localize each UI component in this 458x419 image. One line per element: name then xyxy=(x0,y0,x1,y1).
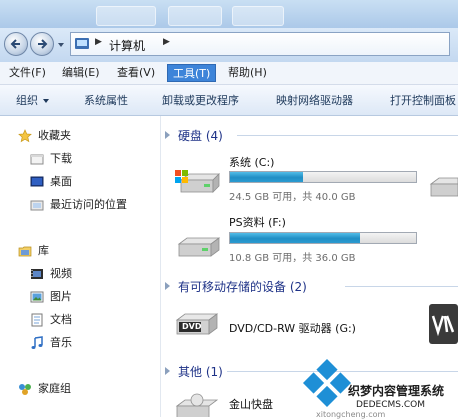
recent-pages-dropdown-icon[interactable] xyxy=(57,41,65,49)
watermark-url-secondary: xitongcheng.com xyxy=(316,410,386,419)
system-properties-button[interactable]: 系统属性 xyxy=(84,92,128,108)
star-icon xyxy=(18,129,32,143)
organize-label: 组织 xyxy=(16,94,38,107)
organize-button[interactable]: 组织 xyxy=(16,92,49,108)
drive-c-usage-bar xyxy=(229,171,417,183)
drive-f-name: PS资料 (F:) xyxy=(229,216,286,229)
group-hard-disks-header[interactable]: 硬盘 (4) xyxy=(161,125,458,145)
menu-file[interactable]: 文件(F) xyxy=(4,64,51,82)
drive-c-space: 24.5 GB 可用，共 40.0 GB xyxy=(229,192,356,203)
computer-icon xyxy=(75,38,89,49)
back-button[interactable] xyxy=(4,32,28,56)
downloads-folder-icon xyxy=(30,154,44,165)
drive-f-usage-fill xyxy=(230,233,361,243)
command-bar: 组织 系统属性 卸载或更改程序 映射网络驱动器 打开控制面板 xyxy=(0,85,458,116)
hard-drive-icon xyxy=(177,237,221,257)
nav-recent-label: 最近访问的位置 xyxy=(50,198,127,211)
collapse-triangle-icon xyxy=(165,282,170,290)
watermark-logo-icon xyxy=(302,358,352,408)
watermark: 织梦内容管理系统 DEDECMS.COM xitongcheng.com xyxy=(300,352,458,419)
menu-help[interactable]: 帮助(H) xyxy=(223,64,272,82)
forward-button[interactable] xyxy=(30,32,54,56)
library-folder-icon xyxy=(18,246,32,257)
recent-places-icon xyxy=(30,200,44,211)
group-hard-disks-label: 硬盘 (4) xyxy=(178,129,223,143)
collapse-triangle-icon xyxy=(165,131,170,139)
other-item-name: 金山快盘 xyxy=(229,398,273,411)
title-bar xyxy=(0,0,458,30)
breadcrumb-arrow-icon[interactable]: ▶ xyxy=(163,37,170,47)
cloud-drive-icon xyxy=(175,393,219,417)
homegroup-icon xyxy=(19,384,31,395)
forward-arrow-icon xyxy=(38,39,48,49)
menu-bar: 文件(F) 编辑(E) 查看(V) 工具(T) 帮助(H) xyxy=(0,62,458,85)
chevron-down-icon xyxy=(43,99,49,103)
back-arrow-icon xyxy=(10,39,20,49)
drive-c-usage-fill xyxy=(230,172,303,182)
menu-tools[interactable]: 工具(T) xyxy=(167,64,217,82)
system-drive-icon xyxy=(175,170,220,193)
video-icon xyxy=(31,269,43,279)
group-removable-header[interactable]: 有可移动存储的设备 (2) xyxy=(161,276,458,296)
group-divider xyxy=(237,135,458,136)
menu-view[interactable]: 查看(V) xyxy=(112,64,160,82)
group-removable-label: 有可移动存储的设备 (2) xyxy=(178,280,307,294)
group-other-label: 其他 (1) xyxy=(178,365,223,379)
drive-f-space: 10.8 GB 可用，共 36.0 GB xyxy=(229,253,356,264)
hard-drive-icon[interactable] xyxy=(427,174,458,200)
nav-favorites-label: 收藏夹 xyxy=(38,129,71,142)
open-control-panel-button[interactable]: 打开控制面板 xyxy=(390,92,456,108)
picture-icon xyxy=(30,291,44,303)
nav-libraries-label: 库 xyxy=(38,244,49,257)
nav-downloads-label: 下载 xyxy=(50,152,72,165)
watermark-title: 织梦内容管理系统 xyxy=(348,384,445,398)
navigation-pane: 收藏夹 下载 桌面 最近访问的位置 库 视频 图片 文档 音乐 家庭组 xyxy=(0,116,161,417)
nav-music-label: 音乐 xyxy=(50,336,72,349)
breadcrumb-arrow-icon[interactable]: ▶ xyxy=(95,37,102,47)
nav-homegroup-label: 家庭组 xyxy=(38,382,71,395)
background-window-ghost xyxy=(168,6,222,26)
drive-c-name: 系统 (C:) xyxy=(229,156,275,169)
group-divider xyxy=(345,286,458,287)
address-bar-strip: ▶ 计算机 ▶ xyxy=(0,28,458,63)
media-device-icon[interactable] xyxy=(427,302,458,346)
music-icon xyxy=(31,336,43,349)
map-network-drive-button[interactable]: 映射网络驱动器 xyxy=(276,92,353,108)
watermark-url: DEDECMS.COM xyxy=(356,400,425,410)
collapse-triangle-icon xyxy=(165,367,170,375)
drive-f-usage-bar xyxy=(229,232,417,244)
breadcrumb-computer[interactable]: 计算机 xyxy=(109,37,145,54)
background-window-ghost xyxy=(96,6,156,26)
nav-desktop-label: 桌面 xyxy=(50,175,72,188)
nav-pictures-label: 图片 xyxy=(50,290,72,303)
address-box[interactable]: ▶ 计算机 ▶ xyxy=(70,32,450,56)
dvd-drive-name: DVD/CD-RW 驱动器 (G:) xyxy=(229,322,356,335)
uninstall-program-button[interactable]: 卸载或更改程序 xyxy=(162,92,239,108)
menu-edit[interactable]: 编辑(E) xyxy=(57,64,105,82)
desktop-icon xyxy=(30,176,44,187)
document-icon xyxy=(31,313,43,327)
background-window-ghost xyxy=(232,6,284,26)
nav-videos-label: 视频 xyxy=(50,267,72,280)
nav-documents-label: 文档 xyxy=(50,313,72,326)
dvd-icon-label: DVD xyxy=(182,322,202,331)
